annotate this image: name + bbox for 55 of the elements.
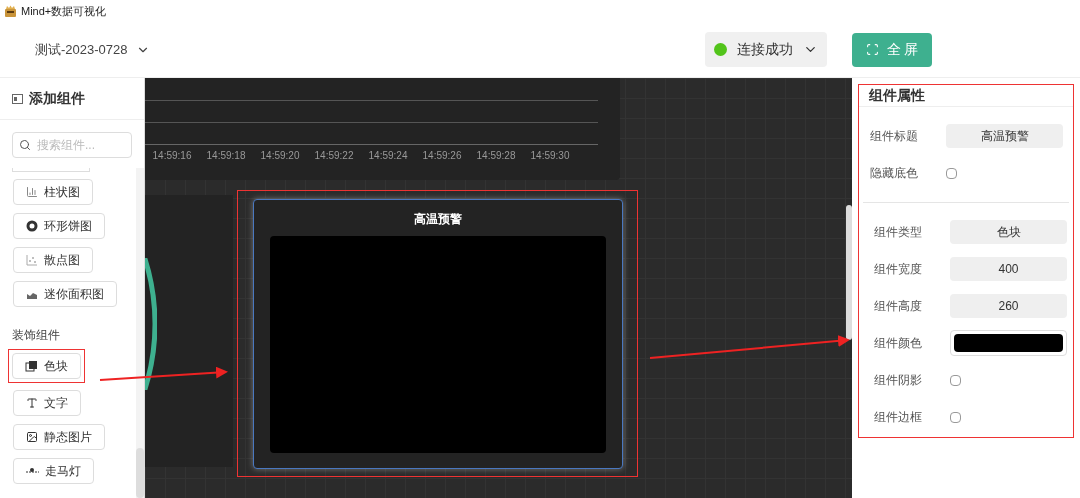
- axis-label: 14:59:30: [529, 149, 571, 163]
- axis-label: 14:59:20: [259, 149, 301, 163]
- property-label: 组件标题: [870, 128, 919, 145]
- property-label: 组件边框: [874, 409, 923, 426]
- chart-widget[interactable]: 14:59:16 14:59:18 14:59:20 14:59:22 14:59:24 14:59:26 14:59:28 14:59:30: [145, 78, 620, 180]
- checkbox[interactable]: [950, 374, 961, 386]
- component-item[interactable]: 散点图: [13, 247, 93, 273]
- property-label: 组件宽度: [874, 261, 923, 278]
- property-field[interactable]: 400: [950, 257, 1067, 281]
- text-icon: [26, 397, 38, 409]
- gauge-widget[interactable]: [145, 195, 233, 467]
- property-field[interactable]: 色块: [950, 220, 1067, 244]
- project-dropdown[interactable]: 测试-2023-0728: [35, 39, 150, 60]
- connection-status-button[interactable]: 连接成功: [705, 32, 827, 67]
- property-label: 组件高度: [874, 298, 923, 315]
- scatter-icon: [26, 254, 38, 266]
- axis-label: 14:59:24: [367, 149, 409, 163]
- scrollbar-thumb[interactable]: [136, 448, 144, 498]
- sidebar-title: 添加组件: [29, 89, 85, 108]
- fullscreen-icon: [865, 43, 879, 56]
- component-item[interactable]: 环形饼图: [13, 213, 105, 239]
- window-title: Mind+数据可视化: [21, 3, 107, 19]
- component-item[interactable]: 迷你面积图: [13, 281, 117, 307]
- property-field[interactable]: 260: [950, 294, 1067, 318]
- marquee-icon: [26, 467, 39, 475]
- panel-title: 组件属性: [869, 86, 925, 105]
- block-icon: [25, 360, 38, 372]
- bar-chart-icon: [26, 186, 38, 198]
- checkbox[interactable]: [950, 411, 961, 423]
- axis-label: 14:59:26: [421, 149, 463, 163]
- property-label: 组件类型: [874, 224, 923, 241]
- component-item[interactable]: 文字: [13, 390, 81, 416]
- property-field[interactable]: 高温预警: [946, 124, 1063, 148]
- widget-icon: [12, 93, 23, 104]
- image-icon: [26, 431, 38, 443]
- axis-label: 14:59:22: [313, 149, 355, 163]
- axis-label: 14:59:28: [475, 149, 517, 163]
- property-label: 组件阴影: [874, 372, 923, 389]
- checkbox[interactable]: [946, 167, 957, 179]
- scrollbar-thumb[interactable]: [846, 205, 852, 340]
- property-label: 组件颜色: [874, 335, 923, 352]
- component-item[interactable]: 走马灯: [13, 458, 94, 484]
- ring-icon: [26, 220, 38, 232]
- property-label: 隐藏底色: [870, 165, 919, 182]
- axis-label: 14:59:16: [151, 149, 193, 163]
- app-icon: [4, 4, 17, 18]
- component-item[interactable]: 柱状图: [13, 179, 93, 205]
- section-label: 装饰组件: [12, 327, 61, 344]
- axis-label: 14:59:18: [205, 149, 247, 163]
- component-item[interactable]: 色块: [12, 353, 81, 379]
- color-block-widget[interactable]: 高温预警: [252, 198, 623, 469]
- component-item[interactable]: 静态图片: [13, 424, 105, 450]
- widget-title: 高温预警: [413, 210, 462, 228]
- search-field[interactable]: 搜索组件...: [12, 132, 132, 158]
- search-icon: [19, 139, 31, 151]
